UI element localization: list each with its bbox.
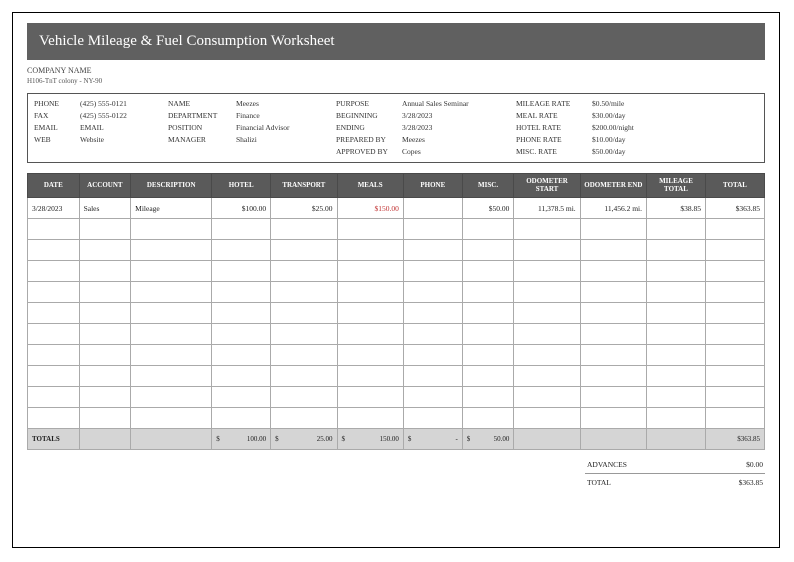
table-row[interactable] bbox=[28, 240, 765, 261]
phone-value: (425) 555-0121 bbox=[80, 98, 168, 110]
manager-label: MANAGER bbox=[168, 134, 236, 146]
table-row[interactable] bbox=[28, 282, 765, 303]
footer-total-value: $363.85 bbox=[739, 478, 763, 487]
table-row[interactable] bbox=[28, 261, 765, 282]
purpose-value: Annual Sales Seminar bbox=[402, 98, 516, 110]
name-label: NAME bbox=[168, 98, 236, 110]
advances-label: ADVANCES bbox=[587, 460, 627, 469]
prepared-by-value: Meezes bbox=[402, 134, 516, 146]
hotel-rate-value: $200.00/night bbox=[592, 122, 664, 134]
table-row[interactable] bbox=[28, 366, 765, 387]
totals-grand: $363.85 bbox=[705, 429, 764, 450]
table-row[interactable] bbox=[28, 345, 765, 366]
meal-rate-label: MEAL RATE bbox=[516, 110, 592, 122]
mileage-rate-label: MILEAGE RATE bbox=[516, 98, 592, 110]
col-transport: TRANSPORT bbox=[271, 174, 337, 198]
hotel-rate-label: HOTEL RATE bbox=[516, 122, 592, 134]
manager-value: Shalizi bbox=[236, 134, 336, 146]
info-panel: PHONE (425) 555-0121 NAME Meezes PURPOSE… bbox=[27, 93, 765, 163]
email-label: EMAIL bbox=[34, 122, 80, 134]
misc-rate-label: MISC. RATE bbox=[516, 146, 592, 158]
cell-hotel[interactable]: $100.00 bbox=[212, 198, 271, 219]
col-account: ACCOUNT bbox=[79, 174, 131, 198]
totals-row: TOTALS $100.00 $25.00 $150.00 $- $50.00 … bbox=[28, 429, 765, 450]
approved-by-label: APPROVED BY bbox=[336, 146, 402, 158]
page-title: Vehicle Mileage & Fuel Consumption Works… bbox=[27, 23, 765, 60]
position-label: POSITION bbox=[168, 122, 236, 134]
col-date: DATE bbox=[28, 174, 80, 198]
purpose-label: PURPOSE bbox=[336, 98, 402, 110]
fax-label: FAX bbox=[34, 110, 80, 122]
company-address: H106-TnT colony - NY-90 bbox=[27, 77, 765, 85]
dept-label: DEPARTMENT bbox=[168, 110, 236, 122]
mileage-rate-value: $0.50/mile bbox=[592, 98, 664, 110]
col-meals: MEALS bbox=[337, 174, 403, 198]
footer-total-label: TOTAL bbox=[587, 478, 611, 487]
name-value: Meezes bbox=[236, 98, 336, 110]
col-misc: MISC. bbox=[462, 174, 514, 198]
phone-rate-value: $10.00/day bbox=[592, 134, 664, 146]
col-odometer-end: ODOMETER END bbox=[580, 174, 646, 198]
cell-odometer-start[interactable]: 11,378.5 mi. bbox=[514, 198, 580, 219]
col-mileage-total: MILEAGE TOTAL bbox=[647, 174, 706, 198]
email-value: EMAIL bbox=[80, 122, 168, 134]
approved-by-value: Copes bbox=[402, 146, 516, 158]
table-row[interactable] bbox=[28, 324, 765, 345]
cell-odometer-end[interactable]: 11,456.2 mi. bbox=[580, 198, 646, 219]
worksheet-page: Vehicle Mileage & Fuel Consumption Works… bbox=[12, 12, 780, 548]
position-value: Financial Advisor bbox=[236, 122, 336, 134]
col-phone: PHONE bbox=[403, 174, 462, 198]
totals-label: TOTALS bbox=[28, 429, 80, 450]
col-total: TOTAL bbox=[705, 174, 764, 198]
cell-phone[interactable] bbox=[403, 198, 462, 219]
table-row[interactable] bbox=[28, 387, 765, 408]
table-row[interactable] bbox=[28, 303, 765, 324]
col-odometer-start: ODOMETER START bbox=[514, 174, 580, 198]
table-row[interactable] bbox=[28, 408, 765, 429]
meal-rate-value: $30.00/day bbox=[592, 110, 664, 122]
misc-rate-value: $50.00/day bbox=[592, 146, 664, 158]
prepared-by-label: PREPARED BY bbox=[336, 134, 402, 146]
table-row[interactable] bbox=[28, 219, 765, 240]
col-hotel: HOTEL bbox=[212, 174, 271, 198]
table-row[interactable]: 3/28/2023 Sales Mileage $100.00 $25.00 $… bbox=[28, 198, 765, 219]
company-name: COMPANY NAME bbox=[27, 66, 765, 75]
web-label: WEB bbox=[34, 134, 80, 146]
advances-value: $0.00 bbox=[746, 460, 763, 469]
ending-label: ENDING bbox=[336, 122, 402, 134]
cell-description[interactable]: Mileage bbox=[131, 198, 212, 219]
beginning-value: 3/28/2023 bbox=[402, 110, 516, 122]
cell-meals[interactable]: $150.00 bbox=[337, 198, 403, 219]
cell-transport[interactable]: $25.00 bbox=[271, 198, 337, 219]
cell-mileage-total[interactable]: $38.85 bbox=[647, 198, 706, 219]
beginning-label: BEGINNING bbox=[336, 110, 402, 122]
ending-value: 3/28/2023 bbox=[402, 122, 516, 134]
expense-table: DATE ACCOUNT DESCRIPTION HOTEL TRANSPORT… bbox=[27, 173, 765, 450]
cell-date[interactable]: 3/28/2023 bbox=[28, 198, 80, 219]
footer-summary: ADVANCES $0.00 TOTAL $363.85 bbox=[27, 456, 765, 491]
cell-misc[interactable]: $50.00 bbox=[462, 198, 514, 219]
col-description: DESCRIPTION bbox=[131, 174, 212, 198]
dept-value: Finance bbox=[236, 110, 336, 122]
cell-total[interactable]: $363.85 bbox=[705, 198, 764, 219]
fax-value: (425) 555-0122 bbox=[80, 110, 168, 122]
web-value: Website bbox=[80, 134, 168, 146]
phone-rate-label: PHONE RATE bbox=[516, 134, 592, 146]
phone-label: PHONE bbox=[34, 98, 80, 110]
cell-account[interactable]: Sales bbox=[79, 198, 131, 219]
